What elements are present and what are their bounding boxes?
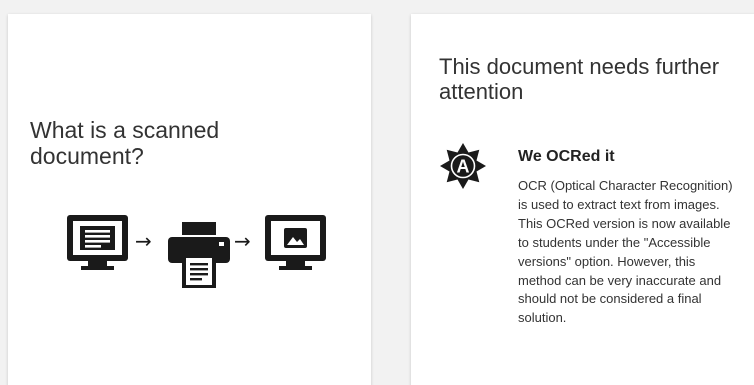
badge-letter: A bbox=[457, 157, 470, 177]
monitor-document-icon bbox=[67, 215, 128, 270]
monitor-image-icon bbox=[265, 215, 326, 270]
ocr-notice-heading: We OCRed it bbox=[518, 148, 615, 165]
scan-process-diagram: → → bbox=[67, 215, 326, 288]
scanned-document-card: What is a scanned document? → → bbox=[8, 14, 371, 385]
attention-card: This document needs further attention A … bbox=[411, 14, 754, 385]
accessibility-badge-icon: A bbox=[440, 143, 486, 189]
ocr-notice-body: OCR (Optical Character Recognition) is u… bbox=[518, 178, 733, 326]
arrow-2: → bbox=[234, 229, 251, 253]
attention-title: This document needs further attention bbox=[439, 54, 720, 104]
printer-icon bbox=[168, 222, 230, 288]
arrow-1: → bbox=[135, 229, 152, 253]
page: What is a scanned document? → → This doc… bbox=[0, 0, 754, 385]
